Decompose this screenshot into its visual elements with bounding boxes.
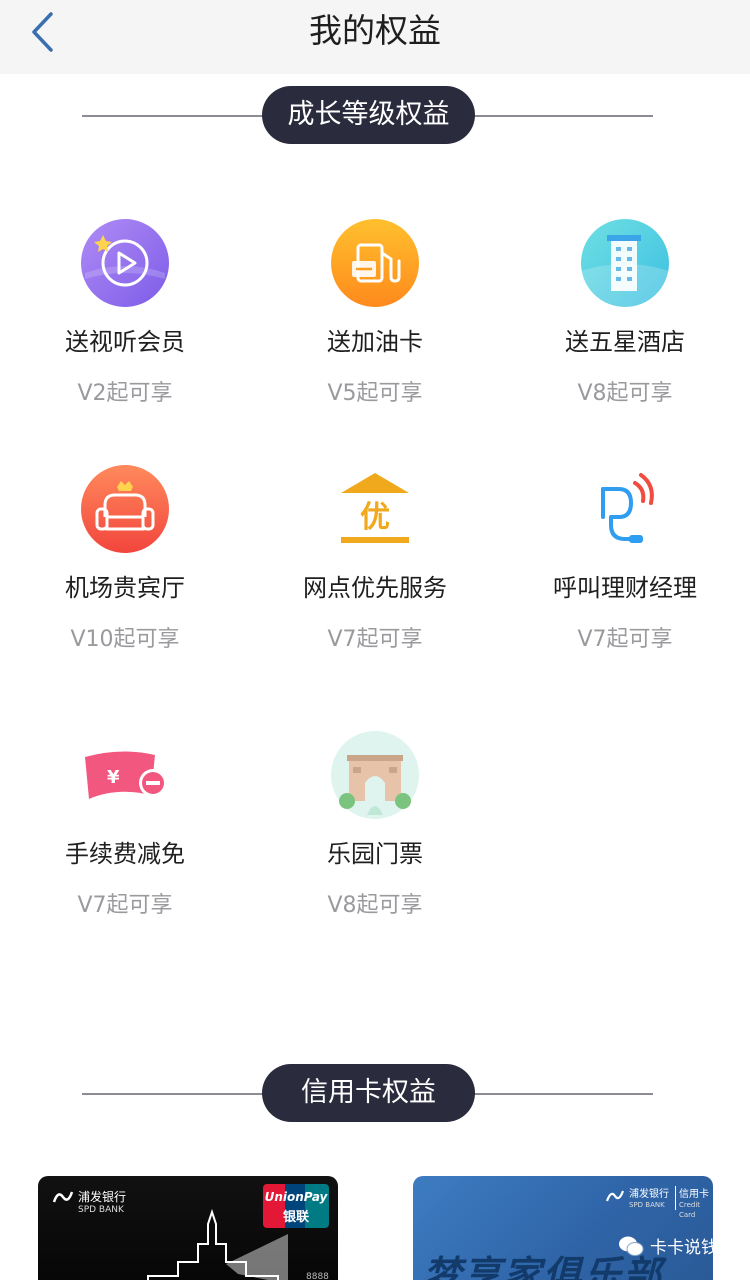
benefit-fee-waiver[interactable]: ¥ 手续费减免 V7起可享 <box>0 731 250 931</box>
divider-left <box>82 1093 272 1095</box>
credit-card-black[interactable]: 浦发银行 SPD BANK UnionPay 银联 8888 <box>38 1176 338 1280</box>
gas-pump-icon <box>331 219 419 307</box>
card-logo-divider <box>675 1186 676 1210</box>
headset-icon <box>601 473 654 543</box>
growth-section-header: 成长等级权益 <box>0 86 750 146</box>
card-bank-name: 浦发银行 <box>78 1190 127 1204</box>
card-bank-en: SPD BANK <box>78 1205 124 1215</box>
benefit-name: 网点优先服务 <box>303 574 447 602</box>
benefit-branch-priority[interactable]: 优 网点优先服务 V7起可享 <box>250 465 500 665</box>
card-number-fragment: 8888 <box>306 1272 329 1280</box>
benefit-level: V10起可享 <box>70 627 180 652</box>
credit-section-title: 信用卡权益 <box>262 1064 475 1122</box>
wechat-icon <box>619 1236 644 1256</box>
card-type-en: Credit Card <box>679 1201 701 1219</box>
unionpay-cn-text: 银联 <box>282 1210 309 1225</box>
benefit-park-tickets[interactable]: 乐园门票 V8起可享 <box>250 731 500 931</box>
divider-right <box>470 1093 653 1095</box>
lounge-sofa-icon <box>81 465 169 553</box>
benefit-name: 送五星酒店 <box>565 328 685 356</box>
video-play-icon <box>81 219 169 307</box>
divider-left <box>82 115 272 117</box>
fee-waiver-icon: ¥ <box>85 751 167 799</box>
unionpay-logo: UnionPay 银联 <box>263 1184 329 1228</box>
benefit-name: 乐园门票 <box>327 840 423 868</box>
hotel-building-icon <box>581 219 669 307</box>
benefit-call-manager[interactable]: 呼叫理财经理 V7起可享 <box>500 465 750 665</box>
benefit-five-star-hotel[interactable]: 送五星酒店 V8起可享 <box>500 219 750 419</box>
unionpay-text: UnionPay <box>264 1190 328 1204</box>
card-bank-en: SPD BANK <box>629 1201 665 1209</box>
svg-text:¥: ¥ <box>107 767 120 788</box>
navigation-bar: 我的权益 <box>0 0 750 74</box>
priority-branch-icon: 优 <box>341 473 409 543</box>
benefit-level: V7起可享 <box>77 893 173 918</box>
benefit-level: V8起可享 <box>577 381 673 406</box>
benefit-name: 机场贵宾厅 <box>65 574 185 602</box>
growth-section-title: 成长等级权益 <box>262 86 475 144</box>
spd-logo-icon <box>52 1191 74 1203</box>
benefit-level: V7起可享 <box>577 627 673 652</box>
benefit-level: V2起可享 <box>77 381 173 406</box>
benefit-name: 送加油卡 <box>327 328 423 356</box>
park-gate-icon <box>331 731 419 819</box>
benefit-airport-lounge[interactable]: 机场贵宾厅 V10起可享 <box>0 465 250 665</box>
page-title: 我的权益 <box>309 11 441 50</box>
benefit-name: 呼叫理财经理 <box>553 574 697 602</box>
benefit-level: V7起可享 <box>327 627 423 652</box>
account-watermark: 卡卡说钱 <box>618 1233 718 1258</box>
spd-logo-icon <box>605 1190 625 1202</box>
watermark-text: 卡卡说钱 <box>650 1238 718 1258</box>
benefit-name: 手续费减免 <box>65 840 185 868</box>
benefit-level: V8起可享 <box>327 893 423 918</box>
benefit-name: 送视听会员 <box>65 328 185 356</box>
benefit-gas-card[interactable]: 送加油卡 V5起可享 <box>250 219 500 419</box>
svg-text:优: 优 <box>360 500 390 535</box>
divider-right <box>470 115 653 117</box>
credit-card-blue[interactable]: 浦发银行 SPD BANK 信用卡 Credit Card 梦享家俱乐部 <box>413 1176 713 1280</box>
benefit-level: V5起可享 <box>327 381 423 406</box>
benefit-video-membership[interactable]: 送视听会员 V2起可享 <box>0 219 250 419</box>
credit-section-header: 信用卡权益 <box>0 1064 750 1124</box>
